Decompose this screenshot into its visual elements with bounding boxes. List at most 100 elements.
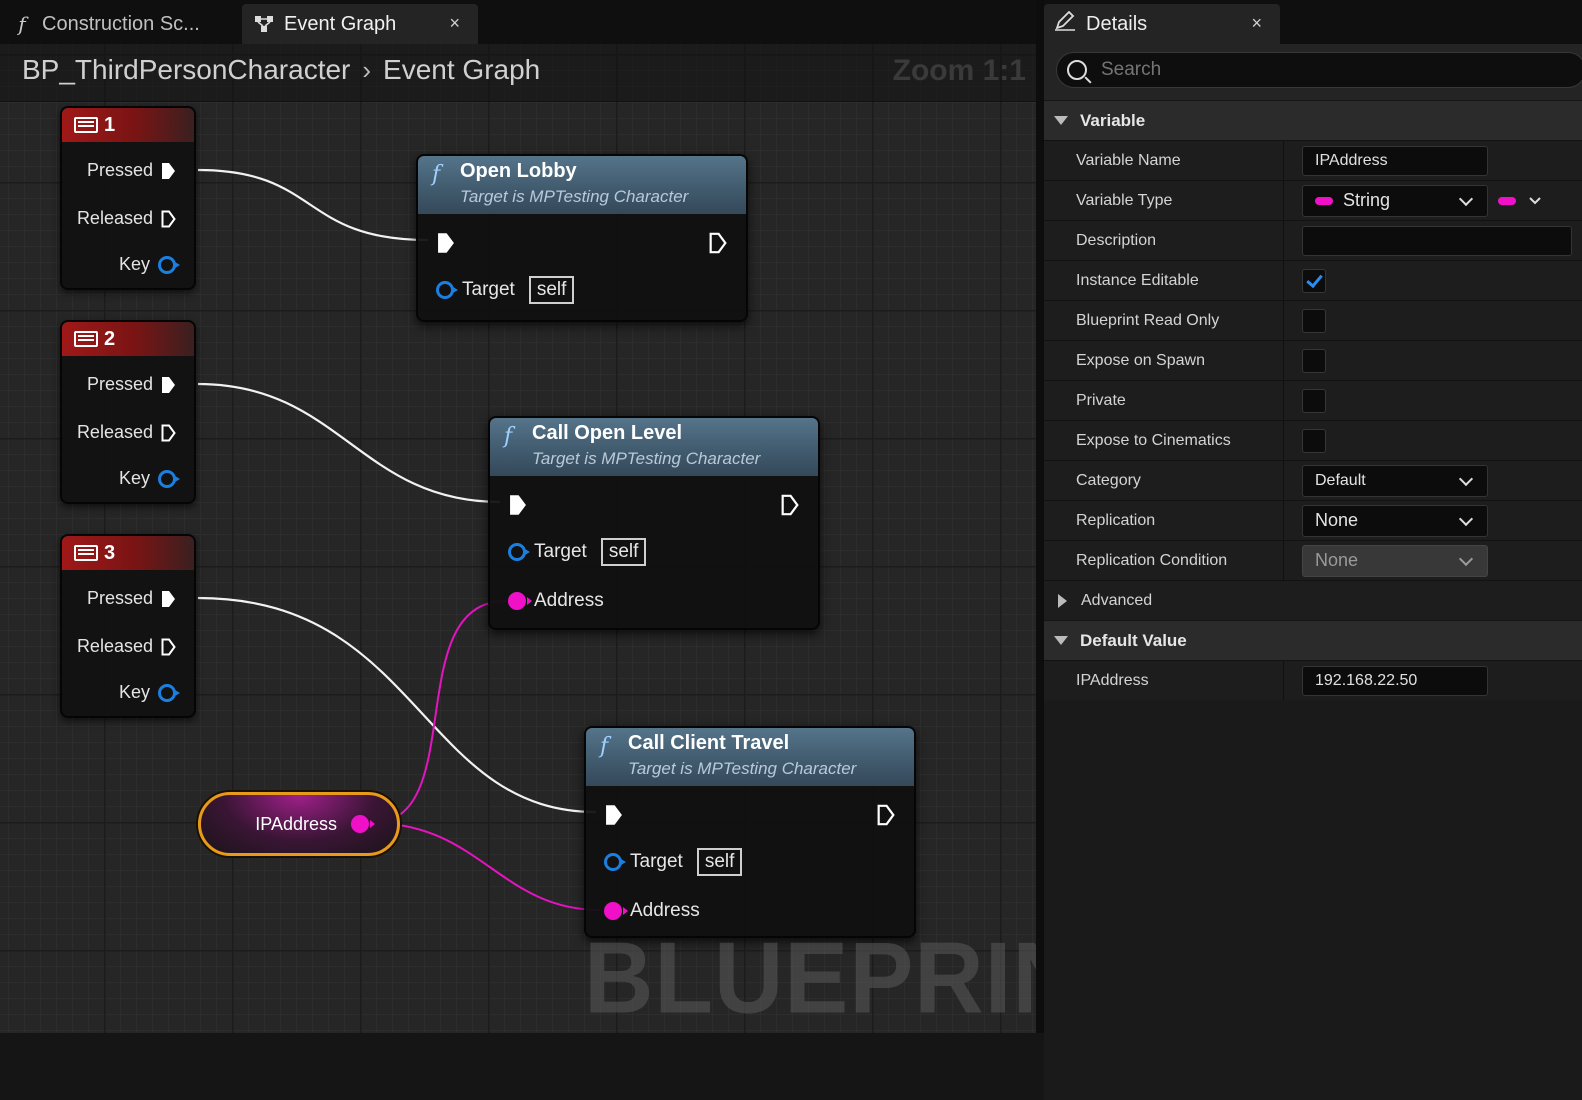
pin-label: Target — [462, 279, 515, 300]
expose-to-cinematics-checkbox[interactable] — [1302, 428, 1326, 453]
expose-on-spawn-checkbox[interactable] — [1302, 348, 1326, 373]
released-pin[interactable]: Released — [77, 636, 176, 657]
pin-label: Pressed — [86, 160, 153, 180]
exec-out-pin-icon[interactable] — [708, 232, 728, 254]
replication-dropdown[interactable]: None — [1302, 504, 1488, 537]
target-default-field[interactable]: self — [696, 848, 743, 876]
prop-label: Description — [1044, 221, 1284, 260]
prop-instance-editable: Instance Editable — [1044, 260, 1582, 300]
node-title: Call Open Level — [532, 422, 683, 444]
key-name: 2 — [104, 327, 116, 350]
released-pin[interactable]: Released — [77, 422, 176, 443]
pin-label: Target — [630, 851, 683, 872]
exec-out-pin-icon[interactable] — [780, 494, 800, 516]
category-variable[interactable]: Variable — [1044, 100, 1582, 140]
string-pin-icon[interactable] — [351, 815, 375, 833]
object-pin-icon — [436, 281, 458, 299]
key-pin[interactable]: Key — [119, 682, 180, 703]
ipaddress-getter-node[interactable]: IPAddress — [198, 792, 400, 856]
breadcrumb-current: Event Graph — [383, 54, 541, 85]
zoom-level: Zoom 1:1 — [892, 54, 1026, 87]
pressed-pin[interactable]: Pressed — [87, 588, 176, 609]
pin-label: Target — [534, 541, 587, 562]
released-pin[interactable]: Released — [77, 208, 176, 229]
tab-construction-script[interactable]: f Construction Sc... — [0, 4, 236, 44]
details-search-box[interactable] — [1056, 52, 1582, 88]
advanced-label: Advanced — [1081, 591, 1153, 609]
tab-label: Details — [1086, 12, 1148, 35]
node-title: Call Client Travel — [628, 732, 790, 754]
exec-out-pin-icon[interactable] — [876, 804, 896, 826]
blueprint-read-only-checkbox[interactable] — [1302, 308, 1326, 333]
pin-label: Key — [118, 468, 150, 488]
tab-label: Event Graph — [284, 12, 397, 35]
input-key-node-3[interactable]: 3 Pressed Released Key — [60, 534, 196, 718]
string-type-icon — [1315, 196, 1333, 205]
chevron-right-icon: › — [362, 54, 372, 85]
advanced-section-toggle[interactable]: Advanced — [1044, 580, 1582, 620]
target-pin[interactable]: Target self — [604, 848, 743, 876]
breadcrumb-root[interactable]: BP_ThirdPersonCharacter — [22, 54, 350, 86]
pin-label: Pressed — [86, 374, 153, 394]
exec-wire-2 — [197, 382, 501, 504]
instance-editable-checkbox[interactable] — [1302, 268, 1326, 293]
close-tab-icon[interactable]: × — [1251, 13, 1262, 34]
pressed-pin[interactable]: Pressed — [87, 160, 176, 181]
category-default-value[interactable]: Default Value — [1044, 620, 1582, 660]
container-type-icon[interactable] — [1498, 196, 1516, 205]
category-value: Default — [1315, 471, 1366, 489]
exec-in-pin-icon[interactable] — [604, 804, 624, 826]
search-input[interactable] — [1101, 59, 1501, 81]
description-field[interactable] — [1302, 225, 1572, 256]
keyboard-icon — [74, 117, 98, 133]
address-pin[interactable]: Address — [508, 590, 604, 612]
details-empty-area — [1044, 700, 1582, 1100]
event-graph-canvas[interactable]: BP_ThirdPersonCharacter › Event Graph Zo… — [0, 44, 1036, 1033]
input-key-node-1[interactable]: 1 Pressed Released Key — [60, 106, 196, 290]
tab-label: Construction Sc... — [42, 12, 200, 35]
tab-details[interactable]: Details × — [1044, 4, 1280, 44]
key-pin[interactable]: Key — [118, 468, 180, 489]
address-pin[interactable]: Address — [604, 900, 700, 922]
details-panel: Details × Variable Variable Name IPAddre… — [1044, 0, 1582, 1100]
exec-in-pin-icon[interactable] — [436, 232, 456, 254]
tab-event-graph[interactable]: Event Graph × — [242, 4, 478, 44]
close-tab-icon[interactable]: × — [449, 13, 460, 34]
string-wire-1 — [371, 600, 507, 824]
function-icon: f — [432, 162, 441, 187]
panel-splitter[interactable] — [1036, 0, 1044, 1033]
target-default-field[interactable]: self — [528, 276, 575, 304]
replication-condition-dropdown: None — [1302, 544, 1488, 577]
exec-in-pin-icon[interactable] — [508, 494, 528, 516]
target-pin[interactable]: Target self — [508, 538, 647, 566]
open-lobby-node[interactable]: f Open Lobby Target is MPTesting Charact… — [416, 154, 748, 322]
graph-icon — [254, 15, 274, 33]
prop-label: Replication Condition — [1044, 541, 1284, 580]
private-checkbox[interactable] — [1302, 388, 1326, 413]
variable-name-field[interactable]: IPAddress — [1302, 145, 1488, 176]
breadcrumb: BP_ThirdPersonCharacter › Event Graph — [22, 54, 540, 86]
chevron-down-icon — [1054, 636, 1068, 645]
variable-label: IPAddress — [255, 813, 337, 834]
category-dropdown[interactable]: Default — [1302, 464, 1488, 497]
keyboard-icon — [74, 545, 98, 561]
input-key-node-2[interactable]: 2 Pressed Released Key — [60, 320, 196, 504]
call-client-travel-node[interactable]: f Call Client Travel Target is MPTesting… — [584, 726, 916, 938]
object-pin-icon — [604, 853, 626, 871]
key-pin[interactable]: Key — [119, 254, 180, 275]
target-default-field[interactable]: self — [600, 538, 647, 566]
chevron-down-icon[interactable] — [1528, 196, 1542, 206]
prop-private: Private — [1044, 380, 1582, 420]
variable-type-dropdown[interactable]: String — [1302, 184, 1488, 217]
node-subtitle: Target is MPTesting Character — [532, 449, 761, 468]
pencil-icon — [1054, 10, 1076, 37]
prop-label: Expose on Spawn — [1044, 341, 1284, 380]
call-open-level-node[interactable]: f Call Open Level Target is MPTesting Ch… — [488, 416, 820, 630]
chevron-right-icon — [1058, 593, 1067, 608]
prop-description: Description — [1044, 220, 1582, 260]
replication-value: None — [1315, 510, 1359, 530]
pressed-pin[interactable]: Pressed — [87, 374, 176, 395]
default-ipaddress-field[interactable]: 192.168.22.50 — [1302, 665, 1488, 696]
target-pin[interactable]: Target self — [436, 276, 575, 304]
editor-tab-bar: f Construction Sc... Event Graph × — [0, 0, 1040, 44]
